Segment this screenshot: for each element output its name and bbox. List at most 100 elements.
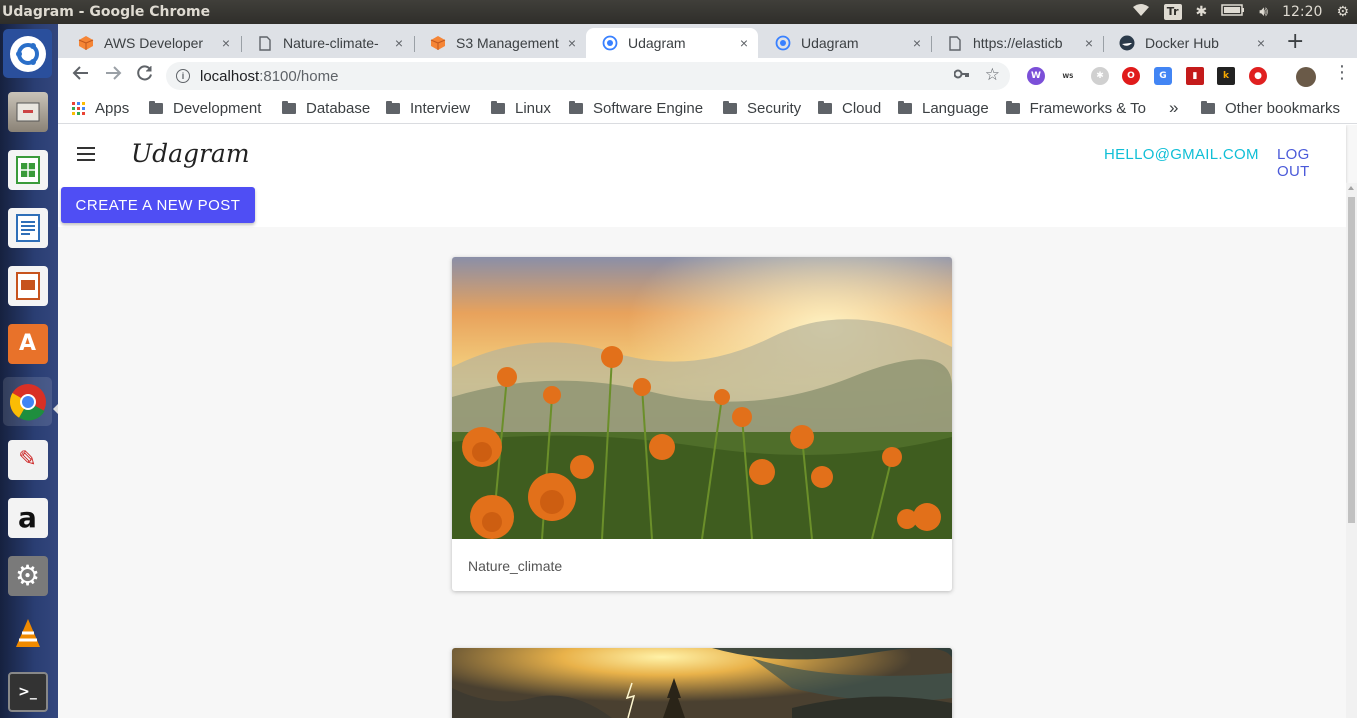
hamburger-menu-icon[interactable] [77, 147, 95, 161]
folder-icon [282, 101, 296, 114]
tab-s3-management[interactable]: S3 Management × [414, 28, 586, 58]
back-arrow-icon[interactable] [72, 64, 90, 87]
bookmark-folder-interview[interactable]: Interview [386, 100, 470, 117]
post-image[interactable] [452, 648, 952, 718]
bookmark-folder-software-engineering[interactable]: Software Engine [569, 100, 709, 117]
folder-icon [818, 101, 832, 114]
launcher-software-center[interactable]: A [3, 319, 52, 368]
bookmark-folder-cloud[interactable]: Cloud [818, 100, 881, 117]
launcher-libreoffice-writer[interactable] [3, 203, 52, 252]
bookmark-label: Language [922, 100, 989, 117]
launcher-system-settings[interactable]: ⚙ [3, 551, 52, 600]
apps-grid-icon [72, 102, 85, 115]
bluetooth-icon[interactable]: ✱ [1196, 4, 1208, 20]
bookmark-red-icon[interactable]: ▮ [1186, 67, 1204, 85]
bookmark-star-icon[interactable]: ☆ [985, 65, 1000, 85]
launcher-ubuntu-dash[interactable] [3, 29, 52, 78]
logout-button[interactable]: LOG OUT [1277, 146, 1346, 180]
settings-wrench-icon: ⚙ [7, 555, 48, 596]
address-bar[interactable]: i localhost:8100/home ☆ [166, 62, 1010, 90]
site-info-icon[interactable]: i [176, 69, 190, 83]
forward-arrow-icon[interactable] [104, 64, 122, 87]
opera-icon[interactable]: O [1122, 67, 1140, 85]
post-card[interactable]: Nature_climate [452, 257, 952, 591]
app-brand[interactable]: Udagram [131, 139, 250, 168]
aws-icon [430, 35, 446, 51]
close-icon[interactable]: × [1085, 35, 1093, 51]
ubuntu-logo-icon [9, 35, 46, 72]
bookmark-folder-frameworks[interactable]: Frameworks & To [1006, 100, 1146, 117]
tab-nature-climate[interactable]: Nature-climate- × [241, 28, 413, 58]
vlc-cone-icon [8, 614, 48, 654]
user-email-link[interactable]: HELLO@GMAIL.COM [1104, 146, 1259, 163]
folder-icon [386, 101, 400, 114]
bookmarks-overflow-chevron-icon[interactable]: » [1169, 98, 1178, 118]
launcher-files[interactable] [3, 87, 52, 136]
tab-docker-hub[interactable]: Docker Hub × [1103, 28, 1275, 58]
launcher-chrome[interactable] [3, 377, 52, 426]
battery-icon[interactable] [1221, 4, 1245, 20]
bookmark-folder-linux[interactable]: Linux [491, 100, 551, 117]
url-path: :8100/home [259, 67, 339, 85]
bookmark-apps[interactable]: Apps [72, 100, 129, 117]
volume-icon[interactable]: 🔊︎ [1259, 4, 1268, 20]
bookmark-folder-security[interactable]: Security [723, 100, 801, 117]
post-image[interactable] [452, 257, 952, 543]
folder-icon [723, 101, 737, 114]
tab-strip: AWS Developer × Nature-climate- × S3 Man… [58, 24, 1357, 58]
close-icon[interactable]: × [913, 35, 921, 51]
presentation-icon [7, 265, 48, 306]
extension-gray-icon[interactable]: ✱ [1091, 67, 1109, 85]
scrollbar-thumb[interactable] [1348, 197, 1355, 523]
k-extension-icon[interactable]: k [1217, 67, 1235, 85]
tab-udagram-active[interactable]: Udagram × [586, 28, 758, 58]
ionic-icon [775, 35, 791, 51]
bookmark-folder-database[interactable]: Database [282, 100, 370, 117]
wifi-icon[interactable] [1132, 3, 1150, 21]
tab-elasticbeanstalk[interactable]: https://elasticb × [931, 28, 1103, 58]
post-card[interactable] [452, 648, 952, 718]
launcher-libreoffice-impress[interactable] [3, 261, 52, 310]
bookmark-label: Linux [515, 100, 551, 117]
profile-avatar[interactable] [1296, 67, 1316, 87]
tab-label: Udagram [801, 35, 859, 51]
launcher-terminal[interactable]: >_ [3, 667, 52, 716]
extension-purple-icon[interactable]: W [1027, 67, 1045, 85]
window-title: Udagram - Google Chrome [2, 4, 211, 20]
tab-udagram[interactable]: Udagram × [759, 28, 931, 58]
files-icon [7, 91, 48, 132]
tab-aws-developer[interactable]: AWS Developer × [62, 28, 240, 58]
gear-icon[interactable]: ⚙ [1336, 4, 1349, 20]
create-new-post-button[interactable]: CREATE A NEW POST [61, 187, 255, 223]
scroll-up-arrow-icon[interactable] [1348, 186, 1354, 190]
tab-label: https://elasticb [973, 35, 1063, 51]
close-icon[interactable]: × [395, 35, 403, 51]
bookmark-folder-development[interactable]: Development [149, 100, 261, 117]
bookmarks-bar: Apps Development Database Interview Linu… [58, 94, 1357, 124]
launcher-vlc[interactable] [3, 609, 52, 658]
key-icon[interactable] [953, 67, 970, 83]
close-icon[interactable]: × [1257, 35, 1265, 51]
close-icon[interactable]: × [568, 35, 576, 51]
browser-window: AWS Developer × Nature-climate- × S3 Man… [58, 24, 1357, 718]
lastpass-icon[interactable]: ● [1249, 67, 1267, 85]
clock[interactable]: 12:20 [1282, 4, 1322, 20]
chrome-menu-icon[interactable]: ⋮ [1333, 62, 1351, 83]
launcher-pdf-viewer[interactable]: ✎ [3, 435, 52, 484]
page-scrollbar[interactable] [1346, 183, 1357, 718]
keyboard-layout-indicator[interactable]: Tr [1163, 4, 1182, 20]
tab-label: Udagram [628, 35, 686, 51]
launcher-amazon[interactable]: a [3, 493, 52, 542]
ws-client-icon[interactable]: WS [1058, 67, 1078, 85]
bookmark-folder-other[interactable]: Other bookmarks [1201, 100, 1340, 117]
url-host: localhost [200, 67, 260, 85]
reload-icon[interactable] [136, 64, 154, 87]
close-icon[interactable]: × [222, 35, 230, 51]
bookmark-folder-language[interactable]: Language [898, 100, 989, 117]
new-tab-button[interactable]: + [1286, 29, 1304, 54]
translate-icon[interactable]: G [1154, 67, 1172, 85]
close-icon[interactable]: × [740, 35, 748, 51]
folder-icon [1201, 101, 1215, 114]
launcher-libreoffice-calc[interactable] [3, 145, 52, 194]
tab-label: Nature-climate- [283, 35, 379, 51]
